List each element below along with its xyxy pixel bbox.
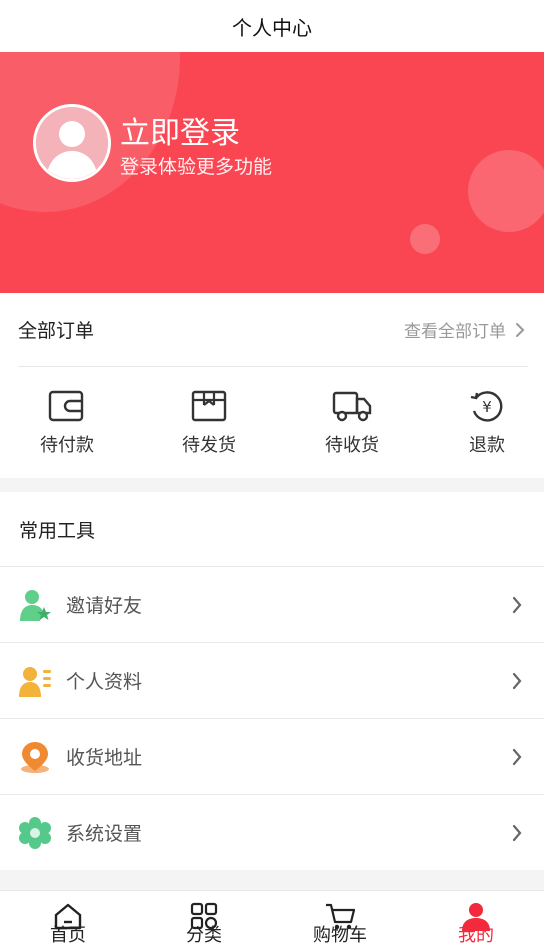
login-title[interactable]: 立即登录 — [120, 108, 240, 152]
tools-title: 常用工具 — [0, 492, 544, 567]
settings-gear-icon — [19, 816, 51, 849]
tab-cart[interactable]: 购物车 — [272, 891, 408, 947]
tool-label: 个人资料 — [66, 671, 143, 693]
tool-label: 邀请好友 — [66, 595, 143, 617]
svg-text:¥: ¥ — [482, 398, 492, 416]
nav-bar: 个人中心 — [0, 0, 544, 52]
system-settings-row[interactable]: 系统设置 — [0, 795, 544, 870]
avatar[interactable] — [33, 104, 111, 182]
profile-banner[interactable]: 立即登录 登录体验更多功能 — [0, 52, 544, 293]
shipping-address-row[interactable]: 收货地址 — [0, 719, 544, 795]
chevron-right-icon — [512, 596, 522, 613]
invite-friend-row[interactable]: 邀请好友 — [0, 567, 544, 643]
tool-label: 收货地址 — [66, 747, 143, 769]
chevron-right-icon — [516, 322, 525, 337]
tab-label: 分类 — [186, 925, 222, 946]
invite-friend-icon — [20, 589, 51, 621]
profile-card-icon — [19, 666, 51, 697]
chevron-right-icon — [512, 824, 522, 841]
orders-header: 全部订单 查看全部订单 — [18, 293, 528, 367]
refund-icon: ¥ — [470, 391, 503, 422]
view-all-orders-label: 查看全部订单 — [404, 322, 506, 342]
tab-label: 购物车 — [313, 925, 367, 946]
location-pin-icon — [21, 741, 49, 773]
order-pending-payment[interactable]: 待付款 — [17, 389, 117, 457]
order-refund[interactable]: ¥ 退款 — [437, 389, 537, 457]
order-label: 退款 — [469, 435, 505, 456]
default-avatar-icon — [36, 107, 108, 179]
tab-label: 我的 — [458, 925, 494, 946]
order-label: 待发货 — [182, 435, 236, 456]
orders-card: 全部订单 查看全部订单 待付款 待发货 待收货 ¥ 退款 — [0, 293, 544, 478]
tab-category[interactable]: 分类 — [136, 891, 272, 947]
chevron-right-icon — [512, 672, 522, 689]
bottom-tab-bar: 首页 分类 购物车 我的 — [0, 890, 544, 947]
orders-title: 全部订单 — [18, 320, 95, 342]
tab-home[interactable]: 首页 — [0, 891, 136, 947]
order-label: 待收货 — [325, 435, 379, 456]
wallet-icon — [48, 390, 84, 422]
package-icon — [191, 390, 227, 422]
order-label: 待付款 — [40, 435, 94, 456]
tab-mine[interactable]: 我的 — [408, 891, 544, 947]
view-all-orders-link[interactable]: 查看全部订单 — [404, 317, 528, 342]
page-title: 个人中心 — [232, 15, 312, 40]
tab-label: 首页 — [50, 925, 86, 946]
order-pending-shipment[interactable]: 待发货 — [159, 389, 259, 457]
decor-bubble — [468, 150, 544, 232]
login-subtitle: 登录体验更多功能 — [120, 156, 273, 178]
decor-bubble — [410, 224, 440, 254]
chevron-right-icon — [512, 748, 522, 765]
truck-icon — [332, 391, 372, 422]
tools-card: 常用工具 邀请好友 个人资料 收货地址 系统设置 — [0, 492, 544, 870]
tool-label: 系统设置 — [66, 823, 143, 845]
order-pending-receipt[interactable]: 待收货 — [302, 389, 402, 457]
profile-info-row[interactable]: 个人资料 — [0, 643, 544, 719]
